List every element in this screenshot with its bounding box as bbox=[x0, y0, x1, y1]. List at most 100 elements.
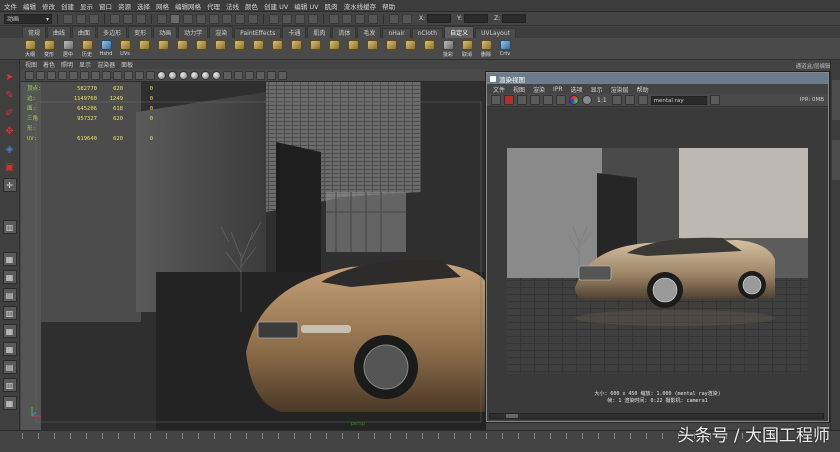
render-view-menu-item[interactable]: 帮助 bbox=[637, 85, 649, 94]
viewport-menu-item[interactable]: 照明 bbox=[61, 60, 73, 69]
manipulator-icon[interactable]: ✛ bbox=[2, 178, 17, 192]
shelf-button[interactable] bbox=[136, 39, 152, 58]
shelf-button[interactable] bbox=[383, 39, 399, 58]
shelf-button[interactable] bbox=[288, 39, 304, 58]
bookmark-icon[interactable] bbox=[47, 70, 56, 80]
select-tool-icon[interactable]: ➤ bbox=[3, 70, 17, 84]
mask-icon[interactable] bbox=[196, 13, 206, 24]
save-scene-icon[interactable] bbox=[89, 13, 99, 24]
shade-wire-icon[interactable] bbox=[168, 70, 177, 80]
rgb-channel-icon[interactable] bbox=[569, 95, 579, 105]
render-view-menu-item[interactable]: 渲染 bbox=[533, 85, 545, 94]
use-lights-icon[interactable] bbox=[201, 70, 210, 80]
shelf-button[interactable]: Crtv bbox=[497, 39, 513, 58]
layout-four-icon[interactable]: ▦ bbox=[2, 270, 17, 284]
menu-item[interactable]: 编辑 bbox=[23, 1, 36, 11]
shelf-tab[interactable]: 常规 bbox=[22, 26, 47, 38]
shelf-tab[interactable]: 曲面 bbox=[72, 26, 97, 38]
snapshot-icon[interactable] bbox=[530, 95, 540, 105]
safe-title-icon[interactable] bbox=[135, 70, 144, 80]
menu-item[interactable]: 网格 bbox=[156, 1, 169, 11]
shelf-button[interactable]: 历史 bbox=[79, 39, 95, 58]
rotate-tool-icon[interactable]: ◈ bbox=[3, 142, 17, 156]
menu-item[interactable]: 肌肉 bbox=[325, 1, 338, 11]
lasso-tool-icon[interactable]: ✎ bbox=[3, 88, 17, 102]
paint-weights-icon[interactable]: ▥ bbox=[2, 220, 17, 234]
zoom-ratio-button[interactable]: 1:1 bbox=[597, 97, 607, 104]
mask-icon[interactable] bbox=[183, 13, 193, 24]
select-object-icon[interactable] bbox=[123, 13, 133, 24]
render-canvas[interactable]: 大小: 600 x 450 缩放: 1.000 (mental ray渲染) 帧… bbox=[487, 108, 828, 421]
menu-item[interactable]: 窗口 bbox=[99, 1, 112, 11]
attribute-editor-tab[interactable] bbox=[832, 140, 840, 180]
shelf-button[interactable] bbox=[345, 39, 361, 58]
mask-icon[interactable] bbox=[157, 13, 167, 24]
viewport-menu-item[interactable]: 视图 bbox=[25, 60, 37, 69]
depth-of-field-icon[interactable] bbox=[278, 70, 287, 80]
new-scene-icon[interactable] bbox=[63, 13, 73, 24]
image-plane-icon[interactable] bbox=[58, 70, 67, 80]
snap-curve-icon[interactable] bbox=[282, 13, 292, 24]
layout-persp-icon[interactable]: ▤ bbox=[2, 360, 17, 374]
shelf-tab[interactable]: nCloth bbox=[411, 28, 444, 38]
ipr-render-icon[interactable] bbox=[342, 13, 352, 24]
coord-input[interactable] bbox=[502, 14, 527, 23]
snap-point-icon[interactable] bbox=[295, 13, 305, 24]
shelf-button[interactable]: 取消 bbox=[459, 39, 475, 58]
shelf-tab[interactable]: PaintEffects bbox=[234, 28, 282, 38]
shadows-icon[interactable] bbox=[212, 70, 221, 80]
render-view-menu-item[interactable]: 文件 bbox=[493, 85, 505, 94]
hypershade-icon[interactable] bbox=[368, 13, 378, 24]
shelf-tab[interactable]: 自定义 bbox=[444, 26, 475, 38]
shelf-tab[interactable]: 动画 bbox=[153, 26, 178, 38]
display-icon[interactable] bbox=[611, 95, 622, 105]
render-view-menu-item[interactable]: 渲染层 bbox=[611, 85, 629, 94]
menu-item[interactable]: 资源 bbox=[118, 1, 131, 11]
layout-hypershade-icon[interactable]: ▦ bbox=[2, 342, 17, 356]
menu-item[interactable]: 流水线缓存 bbox=[344, 1, 377, 11]
menu-item[interactable]: 创建 UV bbox=[264, 1, 288, 11]
render-view-window[interactable]: 渲染视图 文件 视图 渲染 IPR 选项 显示 渲染层 帮助 1:1 mental ray I… bbox=[486, 72, 829, 422]
layout-custom-icon[interactable]: ▦ bbox=[2, 396, 17, 410]
shelf-tab[interactable]: 流体 bbox=[332, 26, 357, 38]
redo-render-icon[interactable] bbox=[491, 95, 501, 105]
high-quality-icon[interactable] bbox=[267, 70, 276, 80]
shelf-button[interactable] bbox=[174, 39, 190, 58]
snap-surface-icon[interactable] bbox=[308, 13, 318, 24]
shelf-button[interactable] bbox=[421, 39, 437, 58]
camera-attr-icon[interactable] bbox=[36, 70, 45, 80]
viewport-menu-item[interactable]: 显示 bbox=[79, 60, 91, 69]
viewport-menu-item[interactable]: 渲染器 bbox=[97, 60, 115, 69]
select-component-icon[interactable] bbox=[136, 13, 146, 24]
shelf-tab[interactable]: UVLayout bbox=[475, 28, 516, 38]
field-chart-icon[interactable] bbox=[113, 70, 122, 80]
xray-joints-icon[interactable] bbox=[245, 70, 254, 80]
mask-icon[interactable] bbox=[209, 13, 219, 24]
viewport-menu-item[interactable]: 面板 bbox=[121, 60, 133, 69]
menu-item[interactable]: 编辑 UV bbox=[294, 1, 318, 11]
shelf-button[interactable] bbox=[326, 39, 342, 58]
shelf-button[interactable] bbox=[269, 39, 285, 58]
shelf-button[interactable] bbox=[231, 39, 247, 58]
menu-item[interactable]: 创建 bbox=[61, 1, 74, 11]
open-scene-icon[interactable] bbox=[76, 13, 86, 24]
mask-icon[interactable] bbox=[170, 13, 180, 24]
resolution-gate-icon[interactable] bbox=[91, 70, 100, 80]
menu-item[interactable]: 法线 bbox=[226, 1, 239, 11]
menu-item[interactable]: 编辑网格 bbox=[175, 1, 201, 11]
scale-tool-icon[interactable]: ▣ bbox=[3, 160, 17, 174]
xray-icon[interactable] bbox=[234, 70, 243, 80]
menu-item[interactable]: 修改 bbox=[42, 1, 55, 11]
render-view-menu-item[interactable]: IPR bbox=[553, 86, 563, 93]
display-icon[interactable] bbox=[637, 95, 648, 105]
backface-icon[interactable] bbox=[256, 70, 265, 80]
layout-single-icon[interactable]: ▦ bbox=[2, 252, 17, 266]
layout-two-icon[interactable]: ▤ bbox=[2, 288, 17, 302]
mask-icon[interactable] bbox=[248, 13, 258, 24]
menu-item[interactable]: 显示 bbox=[80, 1, 93, 11]
render-view-menu-item[interactable]: 选项 bbox=[571, 85, 583, 94]
camera-icon[interactable] bbox=[25, 70, 34, 80]
shade-default-icon[interactable] bbox=[179, 70, 188, 80]
menu-item[interactable]: 帮助 bbox=[382, 1, 395, 11]
shelf-button[interactable] bbox=[364, 39, 380, 58]
